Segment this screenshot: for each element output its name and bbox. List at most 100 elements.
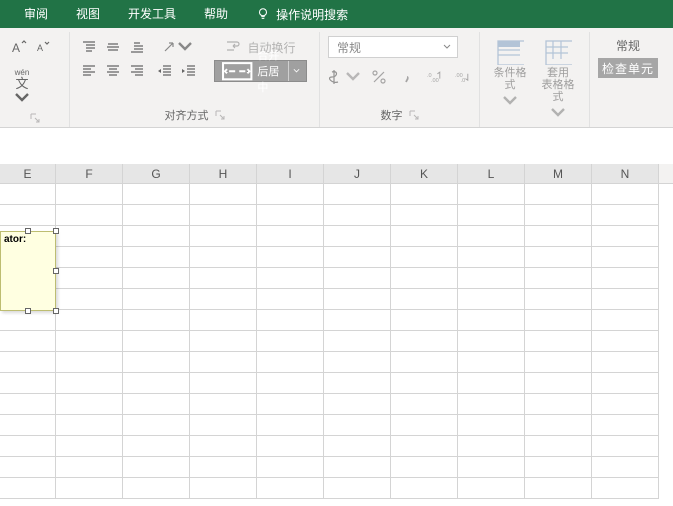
cell[interactable] bbox=[190, 289, 257, 310]
cell[interactable] bbox=[56, 373, 123, 394]
cell[interactable] bbox=[257, 352, 324, 373]
cell[interactable] bbox=[324, 310, 391, 331]
cell[interactable] bbox=[324, 184, 391, 205]
resize-handle[interactable] bbox=[53, 228, 59, 234]
cell[interactable] bbox=[458, 331, 525, 352]
cell[interactable] bbox=[190, 436, 257, 457]
cell[interactable] bbox=[257, 478, 324, 499]
spreadsheet-grid[interactable]: E F G H I J K L M N ator: bbox=[0, 164, 673, 499]
orientation-button[interactable] bbox=[154, 36, 200, 58]
comma-format-button[interactable] bbox=[396, 66, 418, 88]
cell[interactable] bbox=[458, 436, 525, 457]
column-header[interactable]: G bbox=[123, 164, 190, 183]
cell[interactable] bbox=[525, 415, 592, 436]
cell[interactable] bbox=[190, 310, 257, 331]
menu-review[interactable]: 审阅 bbox=[10, 0, 62, 28]
cell[interactable] bbox=[324, 289, 391, 310]
merge-center-button[interactable]: 合并后居中 bbox=[214, 60, 307, 82]
cell[interactable] bbox=[56, 415, 123, 436]
cell[interactable] bbox=[525, 289, 592, 310]
cell[interactable] bbox=[391, 331, 458, 352]
cell[interactable] bbox=[324, 415, 391, 436]
cell[interactable] bbox=[324, 247, 391, 268]
cell[interactable] bbox=[458, 457, 525, 478]
dialog-launcher-icon[interactable] bbox=[30, 113, 40, 123]
cell[interactable] bbox=[458, 268, 525, 289]
cell-style-check[interactable]: 检查单元 bbox=[598, 58, 658, 78]
cell[interactable] bbox=[458, 289, 525, 310]
cell[interactable] bbox=[324, 226, 391, 247]
column-header[interactable]: J bbox=[324, 164, 391, 183]
cell[interactable] bbox=[56, 394, 123, 415]
cell[interactable] bbox=[592, 184, 659, 205]
increase-font-button[interactable]: A bbox=[8, 36, 30, 58]
cell[interactable] bbox=[391, 226, 458, 247]
cell-comment[interactable]: ator: bbox=[0, 231, 56, 311]
cell[interactable] bbox=[592, 352, 659, 373]
cell[interactable] bbox=[525, 457, 592, 478]
cell[interactable] bbox=[190, 373, 257, 394]
cell[interactable] bbox=[592, 415, 659, 436]
menu-devtools[interactable]: 开发工具 bbox=[114, 0, 190, 28]
cell[interactable] bbox=[123, 226, 190, 247]
cell[interactable] bbox=[257, 436, 324, 457]
cell[interactable] bbox=[391, 415, 458, 436]
cell[interactable] bbox=[458, 352, 525, 373]
cell[interactable] bbox=[525, 478, 592, 499]
cell[interactable] bbox=[257, 310, 324, 331]
cell[interactable] bbox=[190, 478, 257, 499]
tell-me-search[interactable]: 操作说明搜索 bbox=[246, 6, 358, 23]
align-middle-button[interactable] bbox=[102, 36, 124, 58]
cell[interactable] bbox=[190, 457, 257, 478]
cell[interactable] bbox=[257, 268, 324, 289]
resize-handle[interactable] bbox=[53, 308, 59, 314]
cell[interactable] bbox=[257, 226, 324, 247]
cell[interactable] bbox=[190, 394, 257, 415]
cell[interactable] bbox=[592, 457, 659, 478]
cell-style-normal[interactable]: 常规 bbox=[598, 36, 658, 54]
cell[interactable] bbox=[0, 184, 56, 205]
cell[interactable] bbox=[123, 373, 190, 394]
cell[interactable] bbox=[257, 289, 324, 310]
cell[interactable] bbox=[592, 373, 659, 394]
column-header[interactable]: M bbox=[525, 164, 592, 183]
cell[interactable] bbox=[123, 352, 190, 373]
cell[interactable] bbox=[525, 247, 592, 268]
cell[interactable] bbox=[0, 205, 56, 226]
column-header[interactable]: N bbox=[592, 164, 659, 183]
cell[interactable] bbox=[391, 310, 458, 331]
resize-handle[interactable] bbox=[25, 228, 31, 234]
cell[interactable] bbox=[592, 394, 659, 415]
increase-decimal-button[interactable]: .0.00 bbox=[424, 66, 446, 88]
cell[interactable] bbox=[190, 184, 257, 205]
cell[interactable] bbox=[56, 247, 123, 268]
menu-help[interactable]: 帮助 bbox=[190, 0, 242, 28]
cell[interactable] bbox=[458, 310, 525, 331]
cell[interactable] bbox=[56, 436, 123, 457]
cell[interactable] bbox=[592, 478, 659, 499]
cell[interactable] bbox=[324, 478, 391, 499]
cell[interactable] bbox=[190, 352, 257, 373]
decrease-decimal-button[interactable]: .00.0 bbox=[452, 66, 474, 88]
cell[interactable] bbox=[525, 352, 592, 373]
dialog-launcher-icon[interactable] bbox=[409, 110, 419, 120]
cell[interactable] bbox=[56, 205, 123, 226]
cell[interactable] bbox=[123, 436, 190, 457]
cell[interactable] bbox=[123, 205, 190, 226]
cell[interactable] bbox=[0, 436, 56, 457]
cell[interactable] bbox=[324, 331, 391, 352]
cell[interactable] bbox=[56, 331, 123, 352]
cell[interactable] bbox=[391, 394, 458, 415]
cell[interactable] bbox=[525, 268, 592, 289]
cell[interactable] bbox=[592, 310, 659, 331]
column-header[interactable]: K bbox=[391, 164, 458, 183]
cell[interactable] bbox=[190, 331, 257, 352]
cell[interactable] bbox=[525, 310, 592, 331]
resize-handle[interactable] bbox=[53, 268, 59, 274]
cell[interactable] bbox=[391, 436, 458, 457]
cell[interactable] bbox=[458, 226, 525, 247]
cell[interactable] bbox=[0, 352, 56, 373]
cell[interactable] bbox=[257, 247, 324, 268]
cell[interactable] bbox=[0, 457, 56, 478]
cell[interactable] bbox=[123, 247, 190, 268]
